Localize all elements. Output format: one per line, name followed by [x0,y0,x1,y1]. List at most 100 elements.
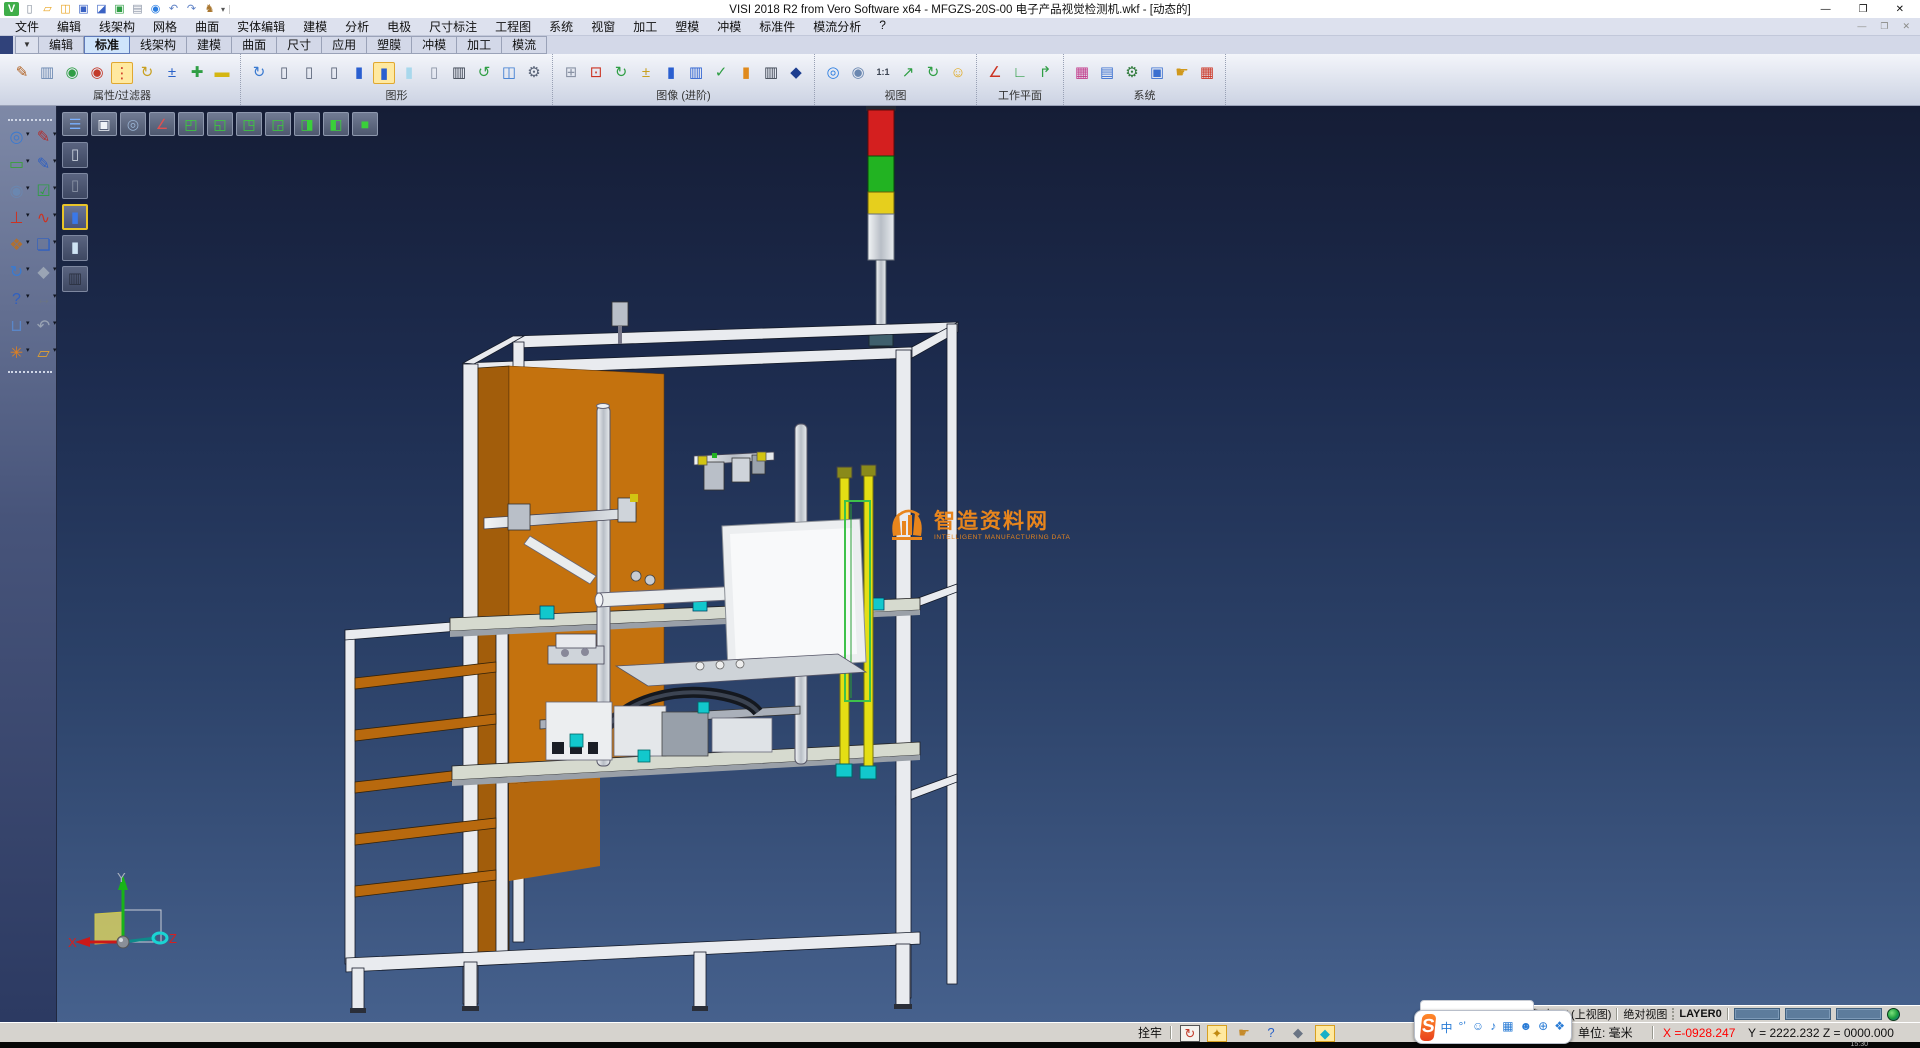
entities-toggle-icon[interactable]: ± [635,62,657,84]
view-front-icon[interactable]: ◧ [323,112,349,136]
zoom-dynamic-icon[interactable]: ◉▾ [5,180,29,204]
tab-塑膜[interactable]: 塑膜 [367,36,412,54]
zoom-window-icon[interactable]: ◉ [847,62,869,84]
view-left-icon[interactable]: ◳ [236,112,262,136]
refresh-view-icon[interactable]: ↻ [922,62,944,84]
zoom-fit-icon[interactable]: ▣ [91,112,117,136]
undo-icon[interactable]: ↶ [166,2,181,16]
menu-item-冲模[interactable]: 冲模 [708,18,750,35]
minimize-button[interactable]: — [1821,4,1831,15]
dashed-cylinder-icon[interactable]: ▮ [660,62,682,84]
import-file-icon[interactable]: ▱▾ [32,342,56,366]
regen-graphics-icon[interactable]: ↻ [248,62,270,84]
lock-toggle[interactable]: 拴牢 [1138,1025,1162,1041]
3d-viewport[interactable]: ◎▾✎▾▭▾✎▾◉▾☑▾⊥▾∿▾❖▾❏▾↻▾◆▾?▾↔▾⊔▾↶▾✳▾▱▾ ☰▣◎… [0,106,1920,1022]
new-file-icon[interactable]: ▯ [22,2,37,16]
ime-skin-icon[interactable]: ☻ [1520,1019,1533,1036]
save-as-icon[interactable]: ◪ [94,2,109,16]
calculator-pick-icon[interactable]: ☛ [1234,1025,1254,1042]
workplane-align-icon[interactable]: ↱ [1034,62,1056,84]
tab-曲面[interactable]: 曲面 [232,36,277,54]
save-icon[interactable]: ▣ [76,2,91,16]
menu-item-网格[interactable]: 网格 [144,18,186,35]
ucs-origin-icon[interactable]: ⊥▾ [5,207,29,231]
zoom-extents-icon[interactable]: ◎ [822,62,844,84]
mesh-cylinder-icon[interactable]: ▥ [448,62,470,84]
mdi-close-button[interactable]: ✕ [1902,21,1910,32]
magic-select-icon[interactable]: ✦ [1207,1025,1227,1042]
workplane-xyz-icon[interactable]: ∠ [984,62,1006,84]
view-isometric-icon[interactable]: ■ [352,112,378,136]
tab-编辑[interactable]: 编辑 [39,36,84,54]
visibility-refresh-icon[interactable]: ↻ [136,62,158,84]
tab-尺寸[interactable]: 尺寸 [277,36,322,54]
color-table-icon[interactable]: ▦ [1071,62,1093,84]
close-button[interactable]: ✕ [1896,4,1904,15]
view-menu-icon[interactable]: ☰ [62,112,88,136]
render-face-icon[interactable]: ☺ [947,62,969,84]
quick-access-more-icon[interactable]: ▾ [217,5,230,14]
axonometric-axes-icon[interactable]: ∠ [149,112,175,136]
graphics-settings-icon[interactable]: ⚙ [523,62,545,84]
shaded-cylinder-icon[interactable]: ▮ [348,62,370,84]
panel-config-icon[interactable]: ▣ [1146,62,1168,84]
open-copy-icon[interactable]: ◫ [58,2,73,16]
mdi-minimize-button[interactable]: — [1857,21,1866,32]
add-entities-icon[interactable]: ⊞ [560,62,582,84]
menu-item-塑模[interactable]: 塑模 [666,18,708,35]
spline-edit-icon[interactable]: ∿▾ [32,207,56,231]
entities-filter-icon[interactable]: ⊡ [585,62,607,84]
copy-image-icon[interactable]: ◫ [498,62,520,84]
zoom-previous-icon[interactable]: ◎ [120,112,146,136]
visibility-toggle-icon[interactable]: ± [161,62,183,84]
sogou-logo-icon[interactable]: S [1420,1014,1437,1041]
outline-cylinder-icon[interactable]: ▯ [323,62,345,84]
menu-item-尺寸标注[interactable]: 尺寸标注 [420,18,486,35]
show-plus-icon[interactable]: ✚ [186,62,208,84]
striped-cylinder-icon[interactable]: ▥ [685,62,707,84]
globe-icon[interactable] [1887,1008,1900,1021]
tab-标准[interactable]: 标准 [84,36,130,54]
ghost-cylinder-icon[interactable]: ▯ [423,62,445,84]
menu-item-标准件[interactable]: 标准件 [750,18,804,35]
shaded-cube-icon[interactable]: ◆ [785,62,807,84]
tab-加工[interactable]: 加工 [457,36,502,54]
selection-rectangle-icon[interactable]: ▭▾ [5,153,29,177]
color-swatch-2[interactable] [1785,1008,1831,1020]
attributes-library-icon[interactable]: ❖▾ [5,234,29,258]
shaded-edges-cylinder-icon[interactable]: ▮ [373,62,395,84]
tab-建模[interactable]: 建模 [187,36,232,54]
validate-solid-icon[interactable]: ✓ [710,62,732,84]
menu-item-视窗[interactable]: 视窗 [582,18,624,35]
menu-item-文件[interactable]: 文件 [6,18,48,35]
menu-item-模流分析[interactable]: 模流分析 [804,18,870,35]
filter-traffic-light-icon[interactable]: ⋮ [111,62,133,84]
copy-attributes-icon[interactable]: ▥ [36,62,58,84]
solid-cube-icon[interactable]: ◆▾ [32,261,56,285]
ime-voice-icon[interactable]: ♪ [1490,1019,1496,1036]
regenerate-icon[interactable]: ↻▾ [5,261,29,285]
hide-entities-icon[interactable]: ◉ [86,62,108,84]
view-back-icon[interactable]: ◲ [265,112,291,136]
confirm-checkbox-icon[interactable]: ☑▾ [32,180,56,204]
color-swatch-1[interactable] [1734,1008,1780,1020]
tag-solid-icon[interactable]: ▮ [735,62,757,84]
attributes-painter-icon[interactable]: ✎ [11,62,33,84]
render-mesh-icon[interactable]: ▥ [62,266,88,292]
render-hidden-line-icon[interactable]: ▯ [62,173,88,199]
tab-应用[interactable]: 应用 [322,36,367,54]
layer-indicator[interactable]: LAYER0 [1679,1008,1721,1020]
view-bottom-icon[interactable]: ◱ [207,112,233,136]
render-wireframe-icon[interactable]: ▯ [62,142,88,168]
system-settings-icon[interactable]: ▤ [1096,62,1118,84]
help-icon[interactable]: ?▾ [5,288,29,312]
menu-item-分析[interactable]: 分析 [336,18,378,35]
redo-icon[interactable]: ↷ [184,2,199,16]
options-tools-icon[interactable]: ⚙ [1121,62,1143,84]
mdi-restore-button[interactable]: ❐ [1880,21,1888,32]
save-all-icon[interactable]: ▣ [112,2,127,16]
absolute-view-button[interactable]: 绝对视图 [1623,1006,1667,1022]
tab-dropdown-button[interactable]: ▼ [15,36,39,54]
measure-distance-icon[interactable]: ↔▾ [32,288,56,312]
dynamic-view-icon[interactable]: ↗ [897,62,919,84]
